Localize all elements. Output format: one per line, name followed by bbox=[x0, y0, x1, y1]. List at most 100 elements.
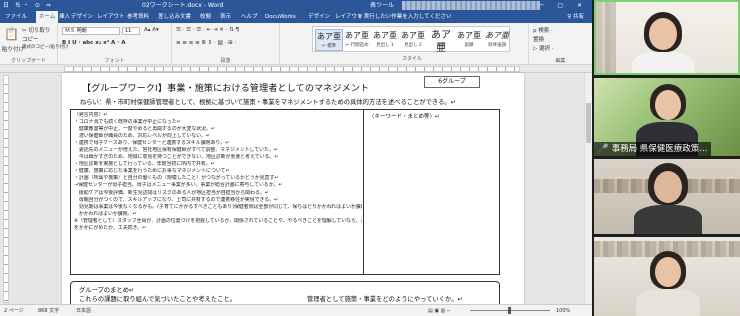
ribbon-tabs: ファイル ホーム 挿入 デザイン レイアウト 参考資料 差し込み文書 校閲 表示… bbox=[0, 11, 592, 23]
cut-button[interactable]: ✂ 切り取り bbox=[22, 26, 50, 34]
background-shelf bbox=[596, 2, 616, 73]
font-size-select[interactable]: 11 bbox=[122, 27, 140, 35]
grow-font-icon[interactable]: A▴ A▾ bbox=[144, 27, 159, 33]
note-line: 健康教室等が中止、一度やめると再開するのが大変な状況。↵ bbox=[74, 126, 216, 133]
participant-name-bar: 🎤 事務局 県保健医療政策... bbox=[594, 142, 712, 156]
vertical-scrollbar[interactable] bbox=[584, 73, 592, 304]
view-mode-icons[interactable]: ▤ ▣ ▥ ─ bbox=[428, 305, 450, 316]
table-divider bbox=[363, 110, 364, 274]
font-group: ＭＳ 明朝 11 A▴ A▾ B I U · abc x₂ x² A · A フ… bbox=[58, 23, 172, 65]
participant-tile-secretariat[interactable]: 🎤 事務局 県保健医療政策... bbox=[594, 78, 740, 156]
status-bar: 2 ページ 868 文字 日本語 ▤ ▣ ▥ ─ 100% bbox=[0, 304, 592, 316]
quick-access-toolbar[interactable]: 日 ち・ ⊙ ⇒ bbox=[3, 0, 53, 11]
note-line: ・連携で母子ケースあり、保健センターと連携するスキル課題あり。↵ bbox=[74, 140, 230, 147]
note-line: →保健センターが母子担当、母子はメニュー事業が多い。事業が総合計画に寄与している… bbox=[74, 182, 283, 189]
discussion-table[interactable]: 〈発言内容〉↵ ・コロナ渦でも続く既存の事業が中止になった↵ 健康教室等が中止、… bbox=[70, 109, 500, 275]
group-insights-prompt: これらの課題に取り組んで気づいたことや考えたこと。 bbox=[79, 296, 237, 303]
scrollbar-thumb[interactable] bbox=[586, 103, 591, 143]
note-line: 〈発言内容〉↵ bbox=[74, 112, 108, 118]
zoom-slider-knob[interactable] bbox=[508, 307, 511, 314]
find-button[interactable]: ρ 検索 · bbox=[533, 26, 553, 34]
styles-group-label: スタイル bbox=[402, 56, 423, 62]
list-buttons[interactable]: ☰ · ☰ · ☰ · ⇤ ⇥ ✕ · ⇅ ¶ bbox=[176, 27, 239, 33]
style-emphasis[interactable]: あア亜 斜体強調 bbox=[483, 29, 511, 51]
language-indicator[interactable]: 日本語 bbox=[76, 305, 91, 316]
participant-name: 事務局 県保健医療政策... bbox=[611, 144, 708, 154]
word-window: 日 ち・ ⊙ ⇒ 02ワークシート.docx - Word 表ツール ─ ▢ ✕… bbox=[0, 0, 592, 316]
tab-table-design[interactable]: デザイン bbox=[305, 11, 333, 23]
paste-button[interactable]: 貼り付け bbox=[2, 45, 24, 53]
note-line: 潜い保健師が職員のため、対応レベルが向上していない。↵ bbox=[74, 133, 210, 140]
group-badge: 6グループ bbox=[424, 76, 480, 88]
paragraph-group-label: 段落 bbox=[220, 58, 231, 64]
note-line: 援助ケアは今後評価、新生児訪問はリスクのある人が地区担当が自担当から関わる。↵ bbox=[74, 189, 269, 196]
copy-button[interactable]: コピー bbox=[22, 35, 39, 43]
style-no-spacing[interactable]: あア亜 ↵ 行間詰め bbox=[343, 29, 371, 51]
tab-file[interactable]: ファイル bbox=[2, 11, 30, 23]
horizontal-ruler[interactable] bbox=[64, 66, 520, 72]
replace-button[interactable]: 置換 bbox=[533, 35, 544, 43]
tab-layout[interactable]: レイアウト bbox=[94, 11, 128, 23]
note-line: ・計画（所属や施策）と自分の働くもの（規模したこと）がつながっているかどうか見直… bbox=[74, 175, 279, 182]
video-panel: 🎤 事務局 県保健医療政策... bbox=[592, 0, 740, 316]
font-group-label: フォント bbox=[104, 58, 125, 64]
note-line: ・コロナ渦でも続く既存の事業が中止になった↵ bbox=[74, 119, 181, 126]
clipboard-group: 📋 貼り付け ✂ 切り取り コピー 書式のコピー/貼り付け クリップボード bbox=[0, 23, 69, 65]
select-button[interactable]: ▷ 選択 · bbox=[533, 44, 553, 52]
style-heading-2[interactable]: あア亜 見出し 2 bbox=[399, 29, 427, 51]
font-name-select[interactable]: ＭＳ 明朝 bbox=[62, 27, 120, 35]
horizontal-ruler-bar bbox=[0, 65, 592, 73]
screen: 日 ち・ ⊙ ⇒ 02ワークシート.docx - Word 表ツール ─ ▢ ✕… bbox=[0, 0, 740, 316]
note-line: 今は細かすぎのため、地域に意見を持つことができない、地区診断が重要と考えている。… bbox=[74, 154, 279, 161]
worksheet-heading: 【グループワークⅠ】事業・施策における管理者としてのマネジメント bbox=[82, 84, 370, 94]
tab-review[interactable]: 校閲 bbox=[197, 11, 214, 23]
tab-home[interactable]: ホーム bbox=[36, 11, 59, 23]
style-title[interactable]: あア亜 表題 bbox=[427, 29, 455, 54]
style-normal[interactable]: あア亜 ↵ 標準 bbox=[315, 29, 343, 51]
editing-group-label: 編集 bbox=[555, 58, 566, 64]
participant-tile[interactable] bbox=[594, 159, 740, 234]
zoom-level[interactable]: 100% bbox=[556, 305, 570, 316]
paste-icon[interactable]: 📋 bbox=[4, 27, 19, 41]
participant-tile-active[interactable] bbox=[594, 0, 740, 75]
style-heading-1[interactable]: あア亜 見出し 1 bbox=[371, 29, 399, 51]
document-title: 02ワークシート.docx - Word bbox=[142, 2, 224, 9]
discussion-notes-cell[interactable]: 〈発言内容〉↵ ・コロナ渦でも続く既存の事業が中止になった↵ 健康教室等が中止、… bbox=[74, 112, 362, 232]
document-page[interactable]: 【グループワークⅠ】事業・施策における管理者としてのマネジメント 6グループ ね… bbox=[62, 73, 524, 314]
tab-mailings[interactable]: 差し込み文書 bbox=[155, 11, 194, 23]
blurred-account-area bbox=[402, 1, 540, 10]
share-button[interactable]: ♀ 共有 bbox=[567, 11, 584, 23]
ribbon: 📋 貼り付け ✂ 切り取り コピー 書式のコピー/貼り付け クリップボード ＭＳ… bbox=[0, 23, 592, 65]
styles-gallery: あア亜 ↵ 標準 あア亜 ↵ 行間詰め あア亜 見出し 1 あア亜 見出し 2 あア亜表… bbox=[312, 26, 511, 54]
worksheet-aim: ねらい：県・市町村保健師管理者として、根拠に基づいて施策・事業をマネジメントする… bbox=[80, 99, 456, 106]
window-controls[interactable]: ─ ▢ ✕ bbox=[540, 0, 588, 11]
tell-me-search[interactable]: ♀ 実行したい作業を入力してください bbox=[358, 11, 451, 23]
keyword-summary-header: 〈キーワード・まとめ等〉↵ bbox=[369, 114, 440, 120]
tab-design[interactable]: デザイン bbox=[68, 11, 96, 23]
paragraph-group: ☰ · ☰ · ☰ · ⇤ ⇥ ✕ · ⇅ ¶ ≡ ≡ ≡ ≡ ≣ ⇕ · ▨ … bbox=[172, 23, 280, 65]
tab-help[interactable]: ヘルプ bbox=[238, 11, 261, 23]
management-approach-prompt: 管理者として施策・事業をどのようにやっていくか。↵ bbox=[307, 296, 463, 303]
style-subtitle[interactable]: あア亜 副題 bbox=[455, 29, 483, 51]
tab-docuworks[interactable]: DocuWorks bbox=[262, 11, 299, 23]
clipboard-group-label: クリップボード bbox=[10, 58, 46, 64]
tab-view[interactable]: 表示 bbox=[217, 11, 234, 23]
group-summary-title: グループのまとめ↵ bbox=[79, 287, 135, 294]
editing-group: ρ 検索 · 置換 ▷ 選択 · 編集 bbox=[528, 23, 592, 65]
font-format-buttons[interactable]: B I U · abc x₂ x² A · A bbox=[62, 40, 125, 46]
note-line: ・地区診断を実施として行っている、年度当初に所内で共有。↵ bbox=[74, 161, 215, 168]
page-count[interactable]: 2 ページ bbox=[4, 305, 24, 316]
note-line: ・健康、施策に応じた事業を行うためにお事なマネジメントについて↵ bbox=[74, 168, 230, 175]
alignment-buttons[interactable]: ≡ ≡ ≡ ≡ ≣ ⇕ · ▨ · ⊞ · bbox=[176, 40, 236, 46]
note-line: ※（管理者として）スタッフ全員が、計画の位置づけを把握しているか、関係されている… bbox=[74, 217, 362, 224]
note-line: 母親自分がつくので、スキルアップになり、上司に共有するので連携移住が実現できる。… bbox=[74, 196, 279, 203]
note-line: 効児期は事業は今後なくなるかも。(子育てにかかるすべきこともあり)保健者側は全部… bbox=[74, 203, 362, 210]
zoom-slider[interactable] bbox=[470, 307, 550, 314]
vertical-ruler[interactable] bbox=[3, 75, 9, 303]
tab-references[interactable]: 参考資料 bbox=[124, 11, 152, 23]
participant-tile[interactable] bbox=[594, 237, 740, 316]
word-count[interactable]: 868 文字 bbox=[38, 305, 59, 316]
table-tools-label: 表ツール bbox=[370, 2, 395, 9]
note-line: 委託先のメニューが増えた、宮社地区保有保健師がすべて調整、マネジメントしていた。… bbox=[74, 147, 278, 154]
muted-mic-icon: 🎤 bbox=[598, 144, 609, 154]
